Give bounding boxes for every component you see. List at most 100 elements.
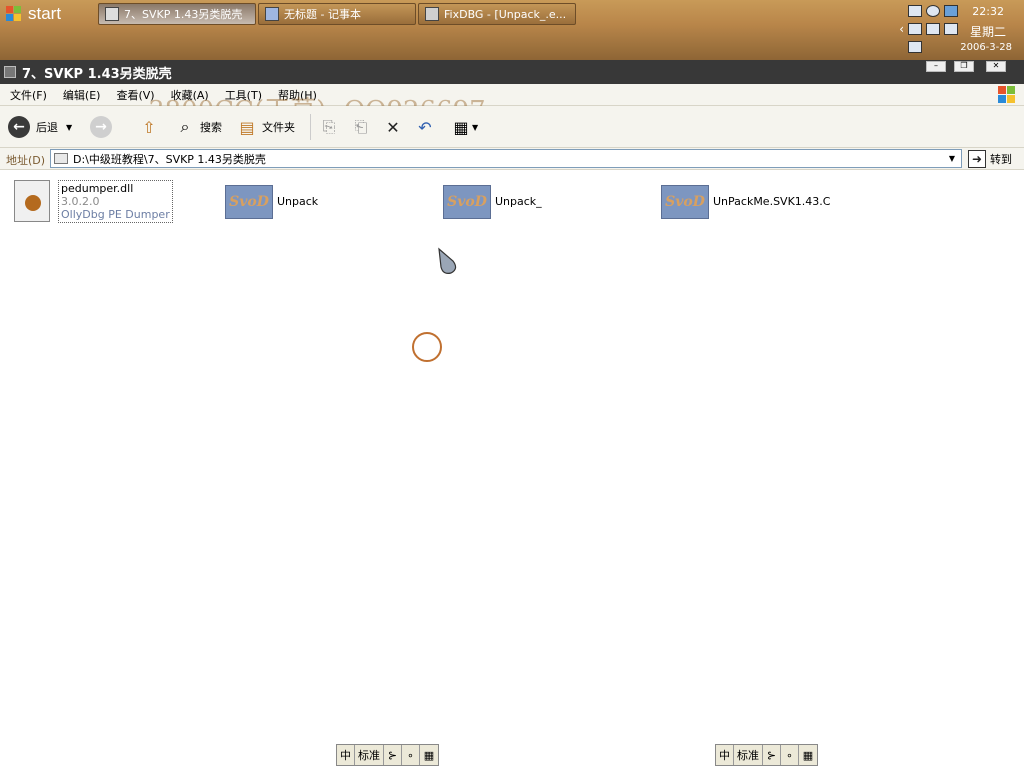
file-list: pedumper.dll 3.0.2.0 OllyDbg PE Dumper S… <box>0 170 1024 768</box>
close-button[interactable]: ✕ <box>986 61 1006 72</box>
folder-icon <box>54 153 68 164</box>
bug-icon <box>425 7 439 21</box>
start-label: start <box>28 4 62 23</box>
svk-app-icon: SvoD <box>225 185 273 219</box>
back-button[interactable]: ← 后退 ▼ <box>8 116 72 138</box>
folder-up-icon: ⇧ <box>142 117 156 137</box>
views-icon: ▦ <box>453 117 469 137</box>
ime-standard-button[interactable]: 标准 <box>734 745 763 765</box>
ime-punct-icon[interactable]: ∘ <box>402 745 420 765</box>
menu-edit[interactable]: 编辑(E) <box>63 87 101 103</box>
task-notepad[interactable]: 无标题 - 记事本 <box>258 3 416 25</box>
task-label: FixDBG - [Unpack_.e... <box>444 7 567 21</box>
keyboard-icon[interactable]: ▦ <box>799 745 817 765</box>
window-icon <box>4 66 16 78</box>
task-fixdbg[interactable]: FixDBG - [Unpack_.e... <box>418 3 576 25</box>
file-item-unpack-underscore[interactable]: SvoD Unpack_ <box>443 185 542 219</box>
minimize-button[interactable]: – <box>926 61 946 72</box>
delete-icon: ✕ <box>386 117 400 137</box>
address-input[interactable]: D:\中级班教程\7、SVKP 1.43另类脱壳 ▼ <box>50 149 962 168</box>
file-details: pedumper.dll 3.0.2.0 OllyDbg PE Dumper <box>58 180 173 223</box>
window-title: 7、SVKP 1.43另类脱壳 <box>22 66 172 82</box>
move-to-button[interactable]: ⎘ <box>318 116 340 138</box>
views-button[interactable]: ▦ ▼ <box>450 116 478 138</box>
copy-icon: ⎗ <box>354 117 368 136</box>
folders-label: 文件夹 <box>262 121 295 134</box>
ime-toolbar-left: 中 标准 ⊱ ∘ ▦ <box>336 744 439 766</box>
task-label: 无标题 - 记事本 <box>284 8 361 21</box>
tool-icon[interactable] <box>944 23 958 35</box>
network-icon[interactable] <box>908 5 922 17</box>
file-name: pedumper.dll <box>61 182 134 195</box>
undo-button[interactable]: ↶ <box>414 116 436 138</box>
ime-standard-button[interactable]: 标准 <box>355 745 384 765</box>
arrow-left-icon: ← <box>8 116 30 138</box>
maximize-button[interactable]: ❐ <box>954 61 974 72</box>
folders-button[interactable]: ▤ 文件夹 <box>236 116 295 138</box>
display-icon[interactable] <box>926 23 940 35</box>
file-description: OllyDbg PE Dumper <box>61 208 170 221</box>
svk-app-icon: SvoD <box>443 185 491 219</box>
svk-app-icon: SvoD <box>661 185 709 219</box>
address-bar: 地址(D) D:\中级班教程\7、SVKP 1.43另类脱壳 ▼ ➜ 转到 <box>0 148 1024 170</box>
clock-time[interactable]: 22:32 <box>972 5 1004 18</box>
keyboard-icon[interactable]: ▦ <box>420 745 438 765</box>
address-path: D:\中级班教程\7、SVKP 1.43另类脱壳 <box>73 152 266 166</box>
file-version: 3.0.2.0 <box>61 195 100 208</box>
click-indicator-icon <box>412 332 442 362</box>
go-arrow-icon: ➜ <box>968 149 986 168</box>
copy-to-button[interactable]: ⎗ <box>350 116 372 138</box>
ime-punct-icon[interactable]: ∘ <box>781 745 799 765</box>
ime-width-icon[interactable]: ⊱ <box>763 745 781 765</box>
move-icon: ⎘ <box>322 117 336 136</box>
file-name: Unpack_ <box>495 195 542 208</box>
chevron-down-icon[interactable]: ▼ <box>66 123 72 132</box>
globe-icon[interactable] <box>926 5 940 17</box>
search-button[interactable]: ⌕ 搜索 <box>174 116 222 138</box>
clock-date: 2006-3-28 <box>960 42 1012 53</box>
chevron-down-icon[interactable]: ▼ <box>945 151 959 166</box>
taskbar: start 7、SVKP 1.43另类脱壳 无标题 - 记事本 FixDBG -… <box>0 0 1024 60</box>
ime-toolbar-right: 中 标准 ⊱ ∘ ▦ <box>715 744 818 766</box>
file-item-pedumper[interactable]: pedumper.dll 3.0.2.0 OllyDbg PE Dumper <box>14 180 173 223</box>
up-folder-button[interactable]: ⇧ <box>138 116 160 138</box>
arrow-right-icon: → <box>90 116 112 138</box>
folder-icon <box>105 7 119 21</box>
chevron-left-icon[interactable]: ‹ <box>899 22 904 36</box>
menu-file[interactable]: 文件(F) <box>10 87 47 103</box>
address-label: 地址(D) <box>6 154 46 167</box>
clock-day: 星期二 <box>969 25 1006 39</box>
task-explorer[interactable]: 7、SVKP 1.43另类脱壳 <box>98 3 256 25</box>
toolbar-divider <box>310 114 311 140</box>
search-label: 搜索 <box>200 121 222 134</box>
ime-mode-button[interactable]: 中 <box>337 745 355 765</box>
system-tray: ‹ 22:32 星期二 2006-3-28 <box>894 0 1024 60</box>
search-icon: ⌕ <box>180 117 190 136</box>
delete-button[interactable]: ✕ <box>382 116 404 138</box>
notepad-icon <box>265 7 279 21</box>
windows-logo-icon <box>6 6 22 22</box>
start-button[interactable]: start <box>6 2 94 26</box>
monitor-icon[interactable] <box>908 41 922 53</box>
file-item-unpackme[interactable]: SvoD UnPackMe.SVK1.43.C <box>661 185 830 219</box>
undo-icon: ↶ <box>418 117 432 137</box>
windows-logo-icon <box>998 86 1016 104</box>
dll-file-icon <box>14 180 50 222</box>
go-button[interactable]: ➜ 转到 <box>968 149 1012 168</box>
messenger-icon[interactable] <box>944 5 958 17</box>
folders-icon: ▤ <box>239 117 255 137</box>
go-label: 转到 <box>990 152 1012 166</box>
chevron-down-icon: ▼ <box>472 122 479 132</box>
ime-width-icon[interactable]: ⊱ <box>384 745 402 765</box>
mouse-cursor-icon <box>438 247 457 274</box>
task-label: 7、SVKP 1.43另类脱壳 <box>124 8 243 21</box>
file-item-unpack[interactable]: SvoD Unpack <box>225 185 318 219</box>
file-name: UnPackMe.SVK1.43.C <box>713 195 831 208</box>
window-titlebar[interactable]: 7、SVKP 1.43另类脱壳 <box>0 60 1024 84</box>
forward-button[interactable]: → <box>90 116 112 138</box>
back-label: 后退 <box>36 121 58 134</box>
ime-mode-button[interactable]: 中 <box>716 745 734 765</box>
volume-icon[interactable] <box>908 23 922 35</box>
file-name: Unpack <box>277 195 319 208</box>
toolbar: ← 后退 ▼ → ⇧ ⌕ 搜索 ▤ 文件夹 ⎘ ⎗ ✕ ↶ ▦ ▼ <box>0 106 1024 148</box>
